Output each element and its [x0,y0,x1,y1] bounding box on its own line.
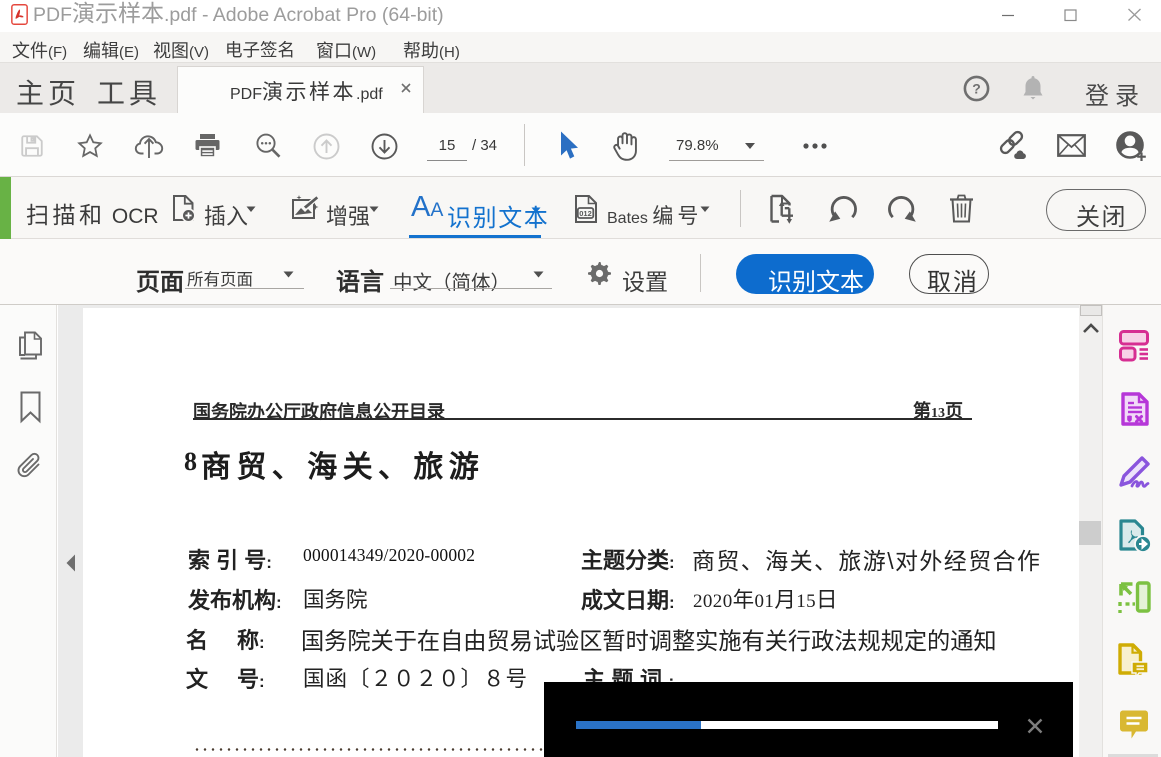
svg-text:012: 012 [579,209,592,218]
svg-text:?: ? [972,80,981,96]
